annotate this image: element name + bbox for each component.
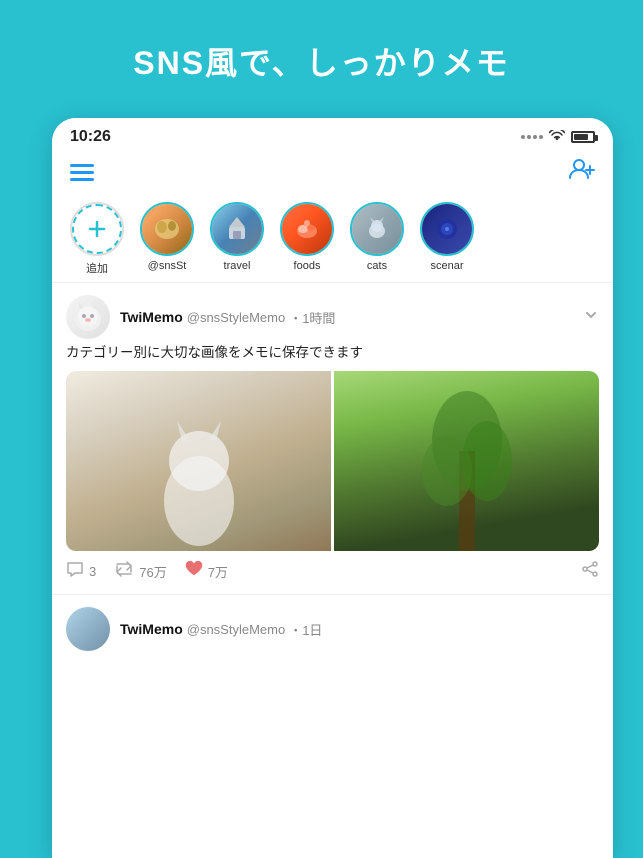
post-1-handle: @snsStyleMemo (187, 310, 285, 325)
story-avatar-add (70, 202, 124, 256)
post-1-image-right[interactable] (334, 371, 599, 551)
post-1-images (66, 371, 599, 551)
post-1-time: ・1時間 (289, 308, 335, 327)
post-1-name: TwiMemo (120, 309, 183, 325)
action-like[interactable]: 7万 (185, 561, 228, 582)
battery-fill (574, 134, 588, 140)
device-frame: 10:26 (52, 118, 613, 858)
hamburger-line-3 (70, 178, 94, 181)
story-label-foods: foods (294, 260, 321, 272)
post-1-image-left[interactable] (66, 371, 331, 551)
post-2-header: TwiMemo @snsStyleMemo ・1日 (66, 607, 599, 651)
post-1: TwiMemo @snsStyleMemo ・1時間 カテゴリー別に大切な画像を… (52, 285, 613, 592)
story-avatar-scenar (420, 202, 474, 256)
post-2-time: ・1日 (289, 620, 322, 639)
story-item-cats[interactable]: cats (342, 202, 412, 276)
story-img-sns (142, 204, 192, 254)
divider-2 (52, 594, 613, 595)
wifi-icon (549, 129, 565, 145)
story-avatar-travel (210, 202, 264, 256)
like-icon (185, 561, 203, 582)
post-2-meta: TwiMemo @snsStyleMemo ・1日 (120, 620, 322, 639)
post-1-actions: 3 76万 7万 (66, 559, 599, 582)
story-img-cats (352, 204, 402, 254)
status-icons (521, 129, 595, 145)
retweet-count: 76万 (139, 562, 166, 581)
story-avatar-sns (140, 202, 194, 256)
post-1-text: カテゴリー別に大切な画像をメモに保存できます (66, 343, 599, 363)
story-label-scenar: scenar (430, 260, 463, 272)
comment-count: 3 (89, 564, 96, 579)
action-comment[interactable]: 3 (66, 561, 96, 582)
post-1-header: TwiMemo @snsStyleMemo ・1時間 (66, 295, 599, 339)
action-retweet[interactable]: 76万 (114, 561, 166, 582)
story-item-travel[interactable]: travel (202, 202, 272, 276)
story-item-add[interactable]: 追加 (62, 202, 132, 276)
hero-title: SNS風で、しっかりメモ (0, 38, 643, 84)
story-item-scenar[interactable]: scenar (412, 202, 482, 276)
story-label-cats: cats (367, 260, 387, 272)
action-share[interactable] (581, 561, 599, 582)
story-avatar-foods (280, 202, 334, 256)
signal-dots (521, 135, 543, 139)
story-img-travel (212, 204, 262, 254)
stories-row: 追加 @snsSt (52, 194, 613, 280)
status-time: 10:26 (70, 128, 111, 146)
like-count: 7万 (208, 562, 228, 581)
story-label-add: 追加 (86, 260, 108, 276)
signal-dot-1 (521, 135, 525, 139)
divider-1 (52, 282, 613, 283)
comment-icon (66, 561, 84, 582)
post-2-meta-container: TwiMemo @snsStyleMemo ・1日 (120, 620, 322, 639)
story-item-sns[interactable]: @snsSt (132, 202, 202, 276)
post-2-handle: @snsStyleMemo (187, 622, 285, 637)
post-2-name: TwiMemo (120, 621, 183, 637)
hamburger-line-1 (70, 164, 94, 167)
post-2-avatar[interactable] (66, 607, 110, 651)
add-user-button[interactable] (569, 158, 595, 186)
story-label-travel: travel (224, 260, 251, 272)
story-img-foods (282, 204, 332, 254)
top-nav (52, 152, 613, 194)
story-item-foods[interactable]: foods (272, 202, 342, 276)
signal-dot-2 (527, 135, 531, 139)
signal-dot-3 (533, 135, 537, 139)
story-avatar-cats (350, 202, 404, 256)
battery-icon (571, 131, 595, 143)
post-1-chevron[interactable] (583, 307, 599, 328)
story-img-scenar (422, 204, 472, 254)
add-circle (72, 204, 122, 254)
signal-dot-4 (539, 135, 543, 139)
story-label-sns: @snsSt (148, 260, 187, 272)
hamburger-menu-icon[interactable] (70, 164, 94, 181)
post-2: TwiMemo @snsStyleMemo ・1日 (52, 597, 613, 651)
share-icon (581, 561, 599, 582)
status-bar: 10:26 (52, 118, 613, 152)
retweet-icon (114, 561, 134, 582)
post-1-meta: TwiMemo @snsStyleMemo ・1時間 (120, 308, 573, 327)
post-1-meta-container: TwiMemo @snsStyleMemo ・1時間 (120, 308, 573, 327)
post-1-avatar[interactable] (66, 295, 110, 339)
hamburger-line-2 (70, 171, 94, 174)
